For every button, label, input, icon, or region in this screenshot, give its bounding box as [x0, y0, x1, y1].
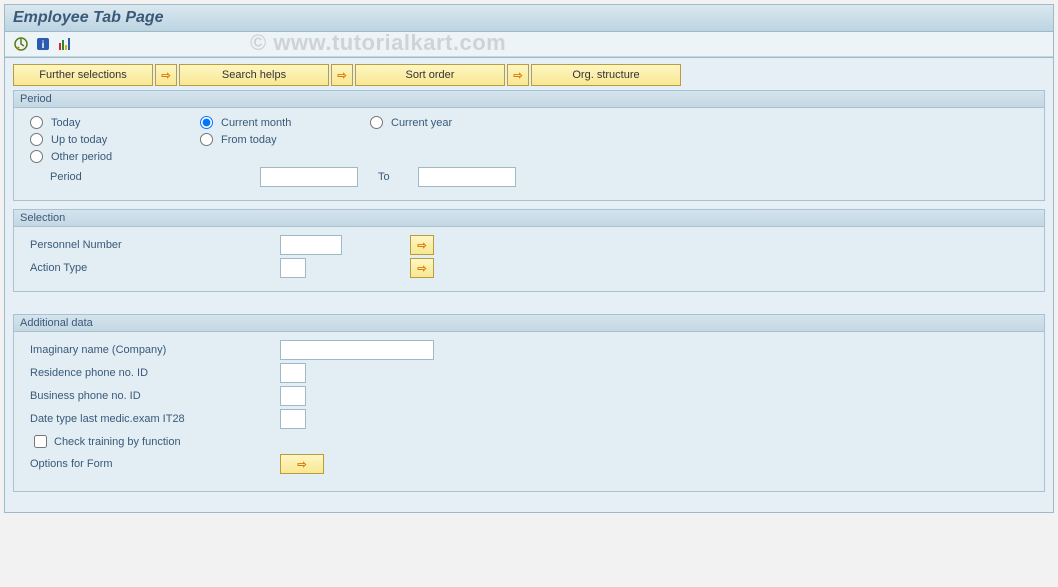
- additional-legend: Additional data: [14, 315, 1044, 332]
- window: Employee Tab Page i: [4, 4, 1054, 58]
- arrow-right-icon: ⇨: [297, 458, 306, 471]
- radio-other-period-label: Other period: [51, 151, 112, 163]
- date-type-label: Date type last medic.exam IT28: [24, 413, 280, 425]
- radio-other-period[interactable]: Other period: [24, 150, 194, 163]
- business-phone-input[interactable]: [280, 386, 306, 406]
- sort-order-label: Sort order: [406, 69, 455, 81]
- info-icon[interactable]: i: [35, 36, 51, 52]
- period-to-label: To: [358, 171, 418, 183]
- arrow-right-icon: ⇨: [513, 69, 522, 82]
- business-phone-label: Business phone no. ID: [24, 390, 280, 402]
- radio-from-today-input[interactable]: [200, 133, 213, 146]
- further-selections-label: Further selections: [39, 69, 126, 81]
- selection-buttons-row: Further selections ⇨ Search helps ⇨ Sort…: [13, 64, 1045, 86]
- residence-phone-input[interactable]: [280, 363, 306, 383]
- search-helps-arrow-button[interactable]: ⇨: [155, 64, 177, 86]
- radio-current-month[interactable]: Current month: [194, 116, 364, 129]
- arrow-right-icon: ⇨: [161, 69, 170, 82]
- selection-body: Personnel Number ⇨ Action Type ⇨: [14, 227, 1044, 291]
- radio-current-year-input[interactable]: [370, 116, 383, 129]
- radio-up-to-today-input[interactable]: [30, 133, 43, 146]
- additional-data-group: Additional data Imaginary name (Company)…: [13, 314, 1045, 492]
- radio-today[interactable]: Today: [24, 116, 194, 129]
- imaginary-name-input[interactable]: [280, 340, 434, 360]
- residence-phone-label: Residence phone no. ID: [24, 367, 280, 379]
- radio-current-month-input[interactable]: [200, 116, 213, 129]
- imaginary-name-label: Imaginary name (Company): [24, 344, 280, 356]
- period-from-input[interactable]: [260, 167, 358, 187]
- radio-current-year-label: Current year: [391, 117, 452, 129]
- radio-today-label: Today: [51, 117, 80, 129]
- action-type-input[interactable]: [280, 258, 306, 278]
- period-legend: Period: [14, 91, 1044, 108]
- check-training-checkbox[interactable]: [34, 435, 47, 448]
- period-from-label: Period: [24, 171, 260, 183]
- radio-current-year[interactable]: Current year: [364, 116, 534, 129]
- date-type-input[interactable]: [280, 409, 306, 429]
- bars-icon[interactable]: [57, 36, 73, 52]
- options-form-button[interactable]: ⇨: [280, 454, 324, 474]
- radio-other-period-input[interactable]: [30, 150, 43, 163]
- personnel-number-multi-button[interactable]: ⇨: [410, 235, 434, 255]
- radio-from-today-label: From today: [221, 134, 277, 146]
- personnel-number-label: Personnel Number: [24, 239, 280, 251]
- arrow-right-icon: ⇨: [417, 262, 426, 275]
- org-structure-label: Org. structure: [572, 69, 639, 81]
- sort-order-button[interactable]: Sort order: [355, 64, 505, 86]
- radio-current-month-label: Current month: [221, 117, 291, 129]
- search-helps-button[interactable]: Search helps: [179, 64, 329, 86]
- search-helps-label: Search helps: [222, 69, 286, 81]
- additional-body: Imaginary name (Company) Residence phone…: [14, 332, 1044, 491]
- page-title: Employee Tab Page: [5, 5, 1053, 32]
- radio-from-today[interactable]: From today: [194, 133, 364, 146]
- arrow-right-icon: ⇨: [417, 239, 426, 252]
- radio-up-to-today-label: Up to today: [51, 134, 107, 146]
- options-form-label: Options for Form: [24, 458, 280, 470]
- execute-icon[interactable]: [13, 36, 29, 52]
- action-type-label: Action Type: [24, 262, 280, 274]
- spacer: [13, 300, 1045, 314]
- radio-up-to-today[interactable]: Up to today: [24, 133, 194, 146]
- arrow-right-icon: ⇨: [337, 69, 346, 82]
- period-body: Today Current month Current year Up to t…: [14, 108, 1044, 200]
- personnel-number-input[interactable]: [280, 235, 342, 255]
- app-toolbar: i: [5, 32, 1053, 57]
- main-content: Further selections ⇨ Search helps ⇨ Sort…: [4, 58, 1054, 513]
- page-title-text: Employee Tab Page: [13, 9, 164, 26]
- sort-order-arrow-button[interactable]: ⇨: [331, 64, 353, 86]
- further-selections-button[interactable]: Further selections: [13, 64, 153, 86]
- period-group: Period Today Current month Current year: [13, 90, 1045, 201]
- check-training-label: Check training by function: [54, 436, 181, 448]
- selection-legend: Selection: [14, 210, 1044, 227]
- action-type-multi-button[interactable]: ⇨: [410, 258, 434, 278]
- selection-group: Selection Personnel Number ⇨ Action Type…: [13, 209, 1045, 292]
- org-structure-arrow-button[interactable]: ⇨: [507, 64, 529, 86]
- period-to-input[interactable]: [418, 167, 516, 187]
- org-structure-button[interactable]: Org. structure: [531, 64, 681, 86]
- svg-text:i: i: [42, 40, 45, 51]
- radio-today-input[interactable]: [30, 116, 43, 129]
